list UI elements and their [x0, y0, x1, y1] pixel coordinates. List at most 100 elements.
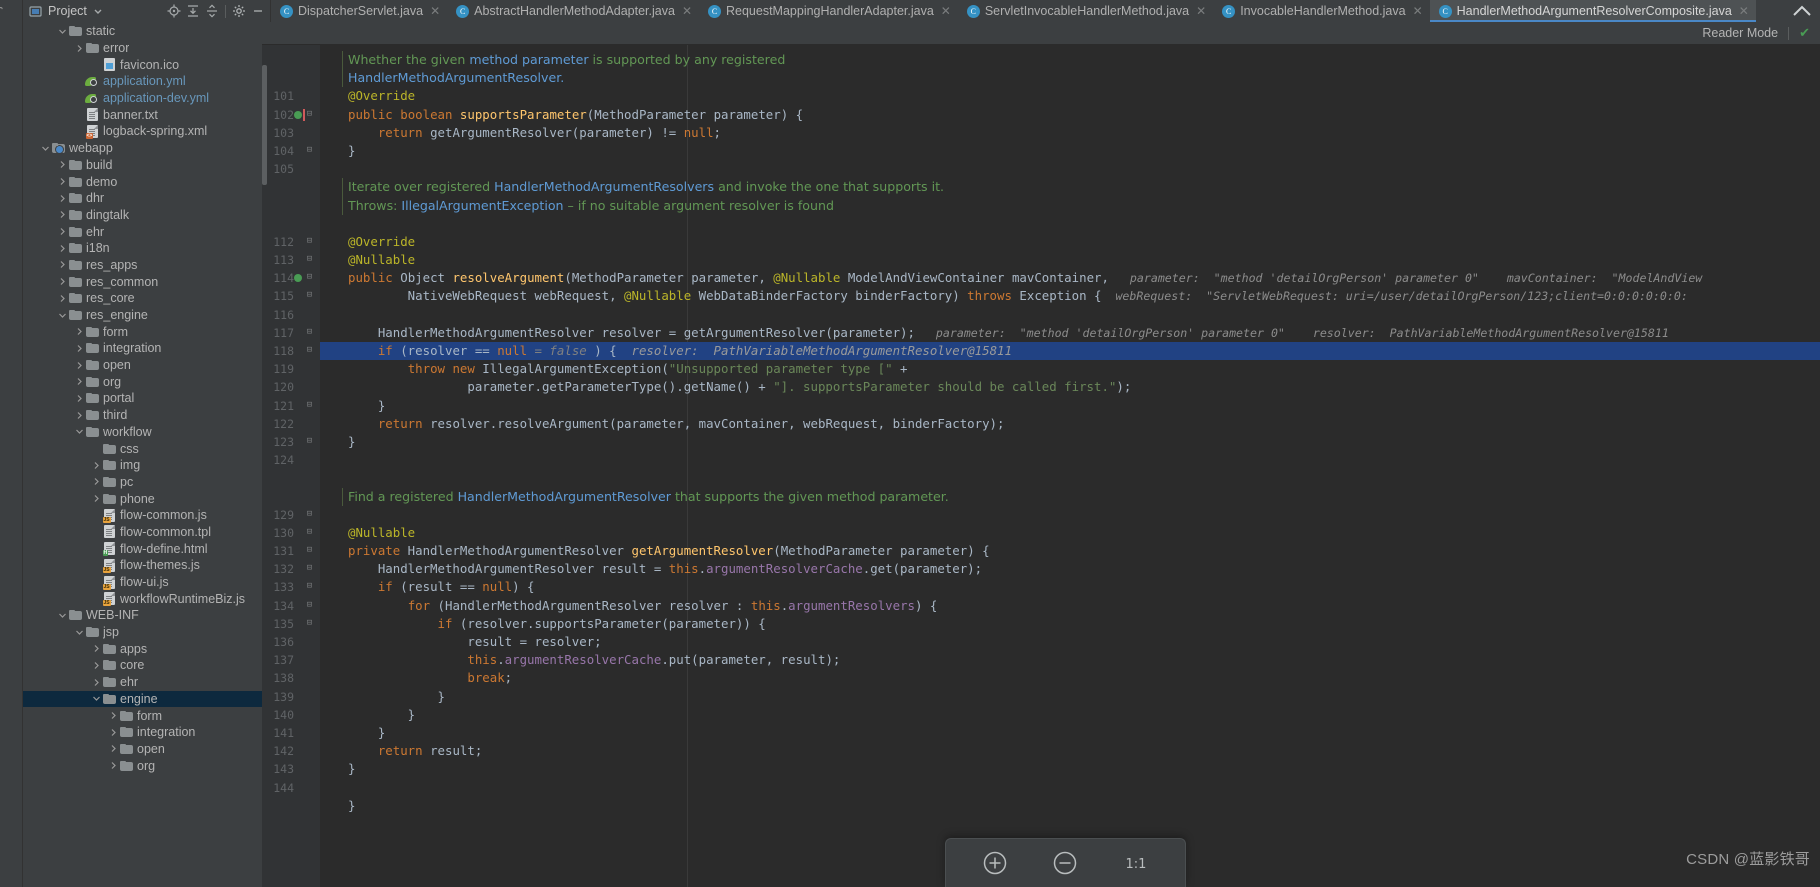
editor-tab[interactable]: C AbstractHandlerMethodAdapter.java ✕ [447, 0, 699, 22]
tree-twisty[interactable] [108, 744, 119, 753]
tree-item-webapp[interactable]: webapp [23, 140, 262, 157]
tree-twisty[interactable] [57, 294, 68, 303]
tree-twisty[interactable] [74, 377, 85, 386]
gutter-line-number[interactable]: 124 [262, 451, 320, 469]
tree-item-dingtalk[interactable]: dingtalk [23, 207, 262, 224]
close-icon[interactable]: ✕ [1413, 4, 1423, 18]
chevron-down-icon[interactable] [90, 3, 106, 19]
tree-item-integration[interactable]: integration [23, 340, 262, 357]
editor-tab-active[interactable]: C HandlerMethodArgumentResolverComposite… [1429, 0, 1757, 22]
tree-item-banner-txt[interactable]: banner.txt [23, 106, 262, 123]
editor-tab[interactable]: C ServletInvocableHandlerMethod.java ✕ [957, 0, 1214, 22]
fold-marker-icon[interactable]: ⊟ [305, 509, 314, 519]
tree-item-res-common[interactable]: res_common [23, 273, 262, 290]
tree-twisty[interactable] [57, 210, 68, 219]
gutter-line-number[interactable]: 120 [262, 378, 320, 396]
tree-twisty[interactable] [91, 477, 102, 486]
breakpoint-icon[interactable] [294, 274, 302, 283]
tree-item-logback-spring-xml[interactable]: <> logback-spring.xml [23, 123, 262, 140]
tree-item-form[interactable]: form [23, 707, 262, 724]
fold-marker-icon[interactable]: ⊟ [305, 109, 314, 119]
fold-marker-icon[interactable]: ⊟ [305, 436, 314, 446]
gutter-line-number[interactable]: ⊟ 130 [262, 524, 320, 542]
close-icon[interactable]: ✕ [682, 4, 692, 18]
tree-item-phone[interactable]: phone [23, 490, 262, 507]
close-icon[interactable]: ✕ [1739, 4, 1749, 18]
tree-item-open[interactable]: open [23, 357, 262, 374]
tree-item-img[interactable]: img [23, 457, 262, 474]
tree-twisty[interactable] [74, 628, 85, 637]
project-tree[interactable]: static error favicon.ico application.yml app… [23, 22, 262, 887]
tree-twisty[interactable] [91, 661, 102, 670]
gutter-line-number[interactable]: 138 [262, 669, 320, 687]
tree-item-flow-define-html[interactable]: Hflow-define.html [23, 540, 262, 557]
gutter-line-number[interactable]: ⊟ 112 [262, 233, 320, 251]
tree-twisty[interactable] [108, 761, 119, 770]
fold-marker-icon[interactable]: ⊟ [305, 255, 314, 264]
tree-twisty[interactable] [74, 361, 85, 370]
tree-item-workflowruntimebiz-js[interactable]: JS workflowRuntimeBiz.js [23, 590, 262, 607]
editor-tab[interactable]: C RequestMappingHandlerAdapter.java ✕ [699, 0, 958, 22]
gutter-line-number[interactable]: 144 [262, 779, 320, 797]
fold-marker-icon[interactable]: ⊟ [305, 346, 314, 355]
tree-item-css[interactable]: css [23, 440, 262, 457]
tree-item-flow-common-js[interactable]: JS flow-common.js [23, 507, 262, 524]
tree-item-pc[interactable]: pc [23, 474, 262, 491]
gutter-line-number[interactable]: 101 [262, 87, 320, 105]
gear-icon[interactable] [231, 3, 247, 19]
close-icon[interactable]: ✕ [1196, 4, 1206, 18]
tree-item-portal[interactable]: portal [23, 390, 262, 407]
gutter-line-number[interactable]: 142 [262, 742, 320, 760]
tree-item-static[interactable]: static [23, 23, 262, 40]
tree-item-error[interactable]: error [23, 40, 262, 57]
tree-twisty[interactable] [74, 394, 85, 403]
fold-marker-icon[interactable]: ⊟ [305, 527, 314, 537]
gutter-line-number[interactable]: 137 [262, 651, 320, 669]
tree-item-demo[interactable]: demo [23, 173, 262, 190]
fold-marker-icon[interactable]: ⊟ [305, 618, 314, 628]
project-view-icon[interactable] [27, 3, 43, 19]
gutter-line-number[interactable] [262, 215, 320, 233]
gutter-line-number[interactable]: 139 [262, 688, 320, 706]
tree-item-dhr[interactable]: dhr [23, 190, 262, 207]
tree-item-engine[interactable]: engine [23, 690, 262, 708]
fold-marker-icon[interactable]: ⊟ [305, 145, 314, 155]
gutter-line-number[interactable] [262, 197, 320, 215]
tree-item-ehr[interactable]: ehr [23, 674, 262, 691]
reader-mode-label[interactable]: Reader Mode [1702, 26, 1778, 40]
tree-twisty[interactable] [108, 728, 119, 737]
tree-twisty[interactable] [91, 678, 102, 687]
floating-zoom-toolbar[interactable]: 1:1 [945, 838, 1186, 887]
sidebar-item-structure[interactable]: Structure [0, 786, 3, 831]
tree-item-flow-common-tpl[interactable]: flow-common.tpl [23, 524, 262, 541]
tree-twisty[interactable] [40, 144, 51, 153]
fold-marker-icon[interactable]: ⊟ [305, 327, 314, 337]
gutter-line-number[interactable]: ⊟ 121 [262, 397, 320, 415]
editor-tab[interactable]: C DispatcherServlet.java ✕ [271, 0, 448, 22]
tree-twisty[interactable] [57, 277, 68, 286]
zoom-in-icon[interactable] [980, 848, 1010, 878]
gutter-line-number[interactable]: 141 [262, 724, 320, 742]
close-icon[interactable]: ✕ [430, 4, 440, 18]
gutter-line-number[interactable]: ⊟ 114 [262, 269, 320, 287]
expand-all-icon[interactable] [185, 3, 201, 19]
tree-twisty[interactable] [74, 344, 85, 353]
tree-item-apps[interactable]: apps [23, 640, 262, 657]
breakpoint-icon[interactable] [294, 108, 305, 121]
tree-item-application-yml[interactable]: application.yml [23, 73, 262, 90]
editor-tab[interactable]: C InvocableHandlerMethod.java ✕ [1213, 0, 1430, 22]
gutter-line-number[interactable]: ⊟ 131 [262, 542, 320, 560]
gutter-line-number[interactable]: ⊟ 129 [262, 506, 320, 524]
tree-item-form[interactable]: form [23, 323, 262, 340]
fold-marker-icon[interactable]: ⊟ [305, 600, 314, 610]
tree-twisty[interactable] [74, 44, 85, 53]
gutter-line-number[interactable]: ⊟ 115 [262, 287, 320, 305]
fold-marker-icon[interactable]: ⊟ [305, 546, 314, 555]
gutter-line-number[interactable]: ⊟ 118 [262, 342, 320, 360]
fold-marker-icon[interactable]: ⊟ [305, 291, 314, 300]
tree-twisty[interactable] [57, 177, 68, 186]
tree-item-i18n[interactable]: i18n [23, 240, 262, 257]
gutter-line-number[interactable] [262, 178, 320, 196]
gutter-line-number[interactable] [262, 69, 320, 87]
tree-twisty[interactable] [57, 227, 68, 236]
